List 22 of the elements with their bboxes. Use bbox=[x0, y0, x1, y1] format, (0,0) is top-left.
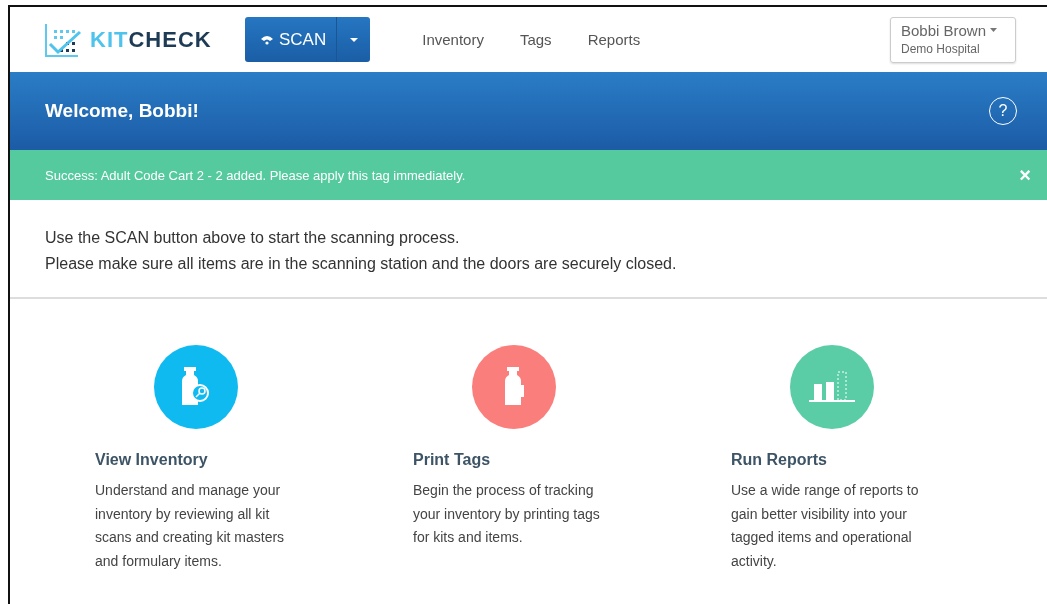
card-description: Use a wide range of reports to gain better visibility into your tagged items and operational activity. bbox=[731, 481, 920, 571]
card-title[interactable]: Run Reports bbox=[731, 451, 1047, 469]
logo-icon bbox=[44, 21, 84, 58]
instruction-text: Use the SCAN button above to start the scanning process. bbox=[45, 228, 461, 248]
logo-text: KITCHECK bbox=[90, 26, 212, 53]
caret-icon bbox=[990, 28, 998, 32]
instruction-text: Please make sure all items are in the scanning station and the doors are securely closed. bbox=[45, 254, 678, 274]
nav-link[interactable]: Reports bbox=[587, 31, 641, 48]
card-description: Begin the process of tracking your inventory by printing tags for kits and items. bbox=[413, 481, 601, 547]
user-name: Bobbi Brown bbox=[901, 21, 987, 39]
card-description: Understand and manage your inventory by reviewing all kit scans and creating kit masters and formulary items. bbox=[95, 481, 286, 571]
welcome-title: Welcome, Bobbi! bbox=[45, 100, 199, 122]
card-title[interactable]: View Inventory bbox=[95, 451, 413, 469]
nav-link[interactable]: Tags bbox=[519, 31, 552, 48]
nav-link[interactable]: Inventory bbox=[422, 31, 484, 48]
organization-name: Demo Hospital bbox=[901, 41, 980, 56]
card-title[interactable]: Print Tags bbox=[413, 451, 731, 469]
alert-message: Success: Adult Code Cart 2 - 2 added. Please apply this tag immediately. bbox=[45, 167, 466, 183]
bar-chart-icon bbox=[808, 370, 856, 404]
user-menu[interactable]: Bobbi Brown Demo Hospital bbox=[890, 16, 1016, 63]
caret-icon bbox=[349, 37, 358, 42]
wifi-icon bbox=[261, 34, 273, 45]
